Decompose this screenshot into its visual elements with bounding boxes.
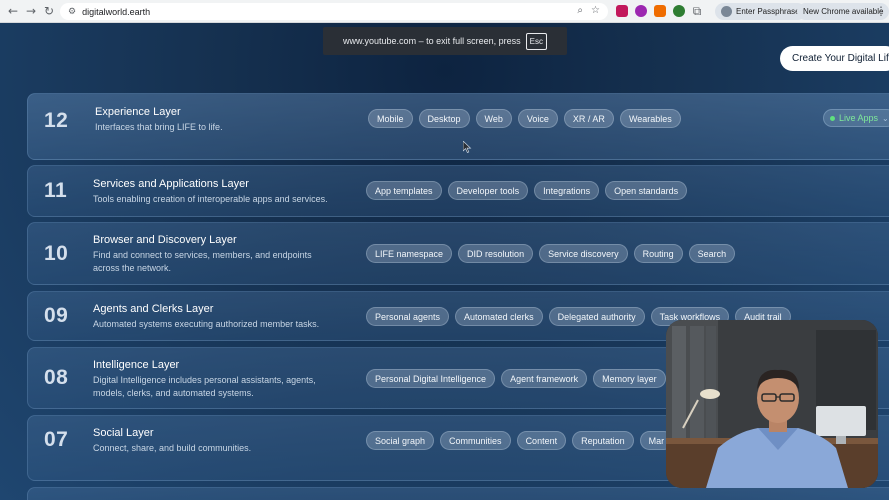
layer-title: Browser and Discovery Layer bbox=[93, 234, 237, 246]
live-status-dot-icon bbox=[830, 115, 835, 121]
esc-key-badge: Esc bbox=[525, 32, 547, 50]
passphrase-chip-label: Enter Passphrase bbox=[736, 7, 800, 16]
url-text: digitalworld.earth bbox=[82, 6, 151, 17]
mouse-pointer-icon bbox=[463, 141, 472, 153]
tag-chip[interactable]: Personal Digital Intelligence bbox=[366, 369, 496, 388]
create-digital-life-button[interactable]: Create Your Digital Life bbox=[780, 46, 889, 71]
presenter-video-image bbox=[666, 320, 878, 488]
tag-chip[interactable]: LIFE namespace bbox=[366, 244, 453, 263]
layer-description: Connect, share, and build communities. bbox=[93, 443, 252, 453]
tag-chip[interactable]: Web bbox=[475, 109, 512, 128]
zoom-icon[interactable]: ⌕ bbox=[577, 5, 583, 16]
tag-chip[interactable]: Communities bbox=[440, 431, 511, 450]
fullscreen-banner: www.youtube.com – to exit full screen, p… bbox=[323, 27, 567, 55]
layer-title: Services and Applications Layer bbox=[93, 178, 249, 190]
tag-chip[interactable]: Open standards bbox=[605, 181, 688, 200]
tag-chip[interactable]: Social graph bbox=[366, 431, 435, 450]
bookmark-star-icon[interactable]: ☆ bbox=[591, 5, 600, 16]
tag-chip[interactable]: Developer tools bbox=[447, 181, 529, 200]
tag-chip[interactable]: Desktop bbox=[418, 109, 470, 128]
tag-chip[interactable]: Integrations bbox=[534, 181, 600, 200]
menu-kebab-icon[interactable]: ⋮ bbox=[872, 2, 889, 20]
tag-chip[interactable]: Memory layer bbox=[593, 369, 666, 388]
layer-number: 07 bbox=[44, 428, 69, 451]
layer-number: 12 bbox=[44, 109, 69, 132]
layer-description: Digital Intelligence includes personal a… bbox=[93, 375, 316, 398]
layer-description: Interfaces that bring LIFE to life. bbox=[95, 122, 223, 132]
layer-description: Tools enabling creation of interoperable… bbox=[93, 194, 328, 204]
tag-chip[interactable]: Automated clerks bbox=[455, 307, 543, 326]
layer-description: Automated systems executing authorized m… bbox=[93, 319, 320, 329]
chevron-down-icon: ⌄ bbox=[882, 113, 889, 123]
tag-chip[interactable]: DID resolution bbox=[458, 244, 534, 263]
live-apps-label: Live Apps bbox=[839, 113, 879, 123]
layer-card-11[interactable]: 11 Services and Applications Layer Tools… bbox=[27, 165, 889, 217]
tag-chip[interactable]: Voice bbox=[517, 109, 558, 128]
back-icon[interactable]: ← bbox=[4, 2, 22, 20]
forward-icon[interactable]: → bbox=[22, 2, 40, 20]
tag-chip[interactable]: Search bbox=[688, 244, 736, 263]
layer-title: Social Layer bbox=[93, 427, 154, 439]
extension-icon[interactable] bbox=[673, 5, 685, 17]
profile-avatar-icon bbox=[721, 6, 732, 17]
tag-chip[interactable]: Reputation bbox=[572, 431, 634, 450]
tag-chip[interactable]: Routing bbox=[633, 244, 683, 263]
presenter-webcam-overlay bbox=[666, 320, 878, 488]
reload-icon[interactable]: ↻ bbox=[40, 2, 58, 20]
passphrase-chip[interactable]: Enter Passphrase bbox=[715, 3, 806, 20]
layer-card-partial[interactable] bbox=[27, 487, 889, 500]
extension-icon[interactable] bbox=[654, 5, 666, 17]
layer-number: 10 bbox=[44, 242, 69, 265]
tag-chip[interactable]: Agent framework bbox=[501, 369, 588, 388]
tag-chip[interactable]: Service discovery bbox=[539, 244, 628, 263]
extension-icon[interactable] bbox=[635, 5, 647, 17]
site-info-icon[interactable]: ⚙ bbox=[68, 7, 76, 17]
layer-number: 11 bbox=[44, 179, 68, 202]
tag-chip[interactable]: Personal agents bbox=[366, 307, 450, 326]
layer-card-12[interactable]: 12 Experience Layer Interfaces that brin… bbox=[27, 93, 889, 160]
tag-chip[interactable]: Delegated authority bbox=[548, 307, 645, 326]
tag-chip[interactable]: App templates bbox=[366, 181, 442, 200]
layer-description: Find and connect to services, members, a… bbox=[93, 250, 312, 273]
tag-chip[interactable]: Mobile bbox=[368, 109, 413, 128]
layer-card-10[interactable]: 10 Browser and Discovery Layer Find and … bbox=[27, 222, 889, 285]
layer-title: Agents and Clerks Layer bbox=[93, 303, 214, 315]
address-bar[interactable]: ⚙ digitalworld.earth ⌕ ☆ bbox=[60, 3, 608, 20]
browser-toolbar: ← → ↻ ⚙ digitalworld.earth ⌕ ☆ ⧉ Enter P… bbox=[0, 0, 889, 23]
tag-chip[interactable]: Content bbox=[516, 431, 567, 450]
extensions-puzzle-icon[interactable]: ⧉ bbox=[688, 2, 706, 20]
layer-title: Intelligence Layer bbox=[93, 359, 180, 371]
layer-title: Experience Layer bbox=[95, 106, 181, 118]
live-apps-dropdown[interactable]: Live Apps ⌄ bbox=[823, 109, 889, 127]
fullscreen-banner-text: www.youtube.com – to exit full screen, p… bbox=[343, 36, 521, 46]
tag-chip[interactable]: Wearables bbox=[619, 109, 681, 128]
layer-number: 09 bbox=[44, 304, 69, 327]
extension-icon[interactable] bbox=[616, 5, 628, 17]
layer-number: 08 bbox=[44, 366, 69, 389]
tag-chip[interactable]: XR / AR bbox=[563, 109, 614, 128]
